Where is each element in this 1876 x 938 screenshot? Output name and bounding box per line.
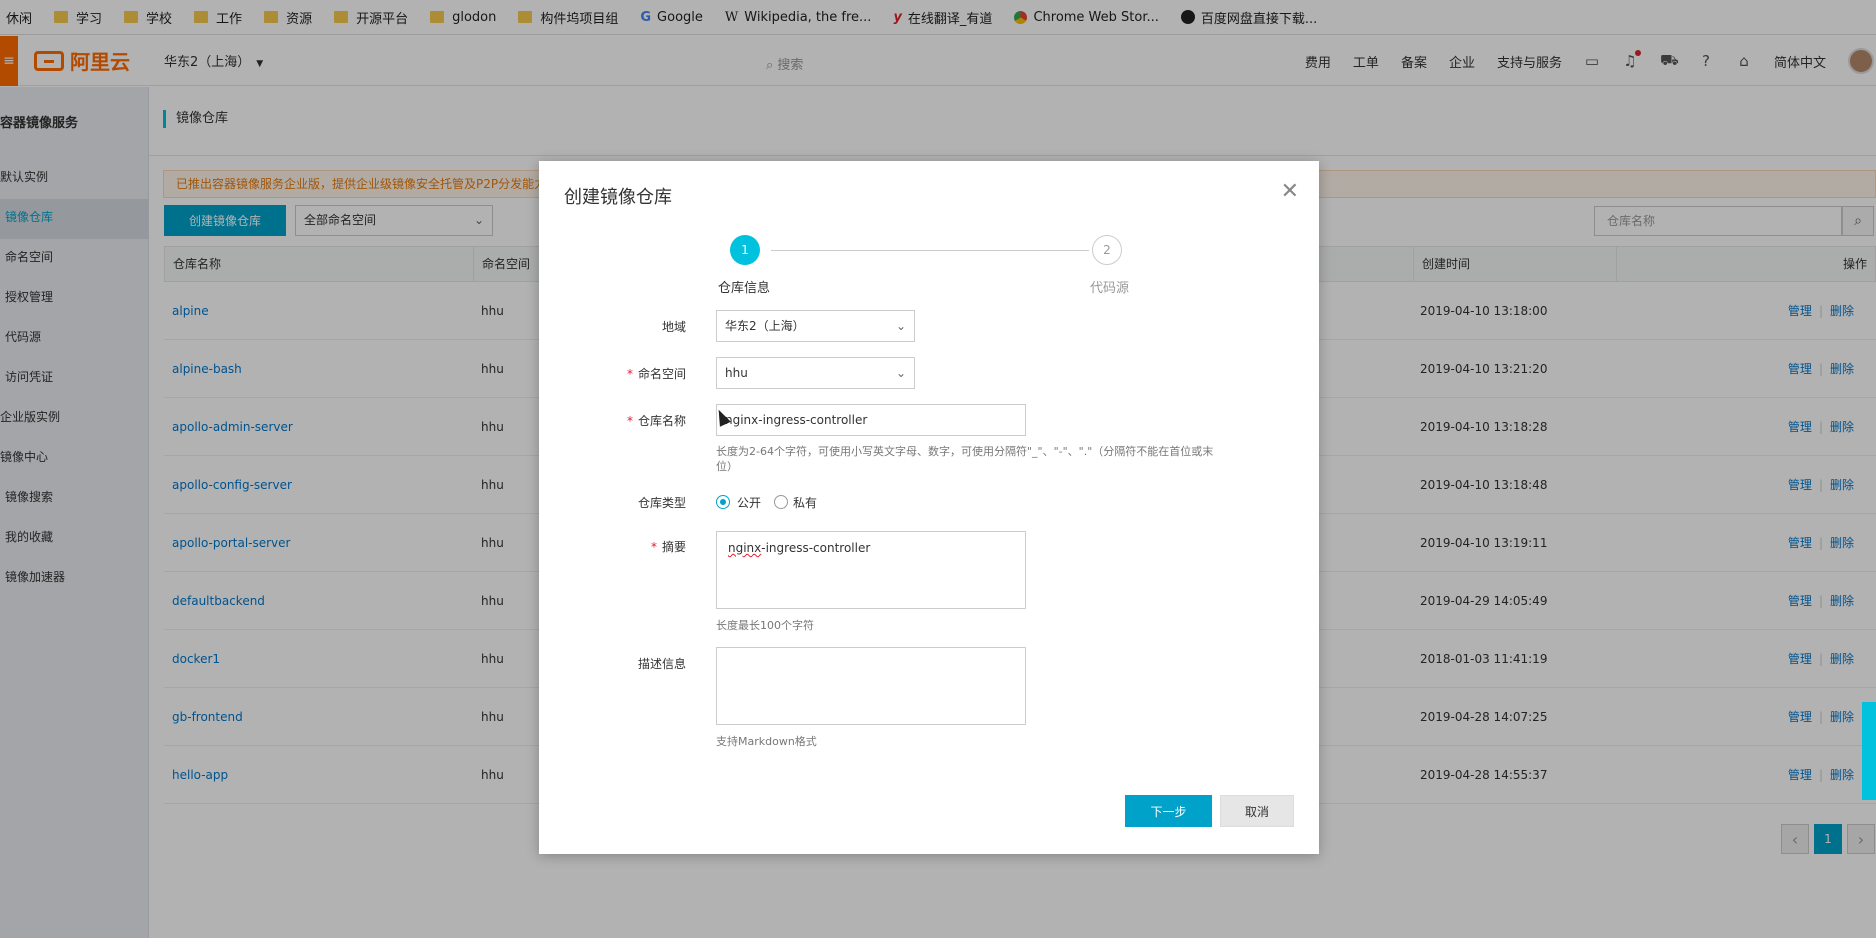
summary-text-rest: -ingress-controller xyxy=(761,541,871,555)
chevron-down-icon: ⌄ xyxy=(895,366,906,380)
repo-name-input[interactable]: nginx-ingress-controller xyxy=(716,404,1026,436)
step-connector xyxy=(771,250,1089,251)
region-select-value: 华东2（上海） xyxy=(725,319,805,333)
repo-name-hint: 长度为2-64个字符，可使用小写英文字母、数字，可使用分隔符"_"、"-"、".… xyxy=(716,445,1214,473)
close-icon[interactable]: ✕ xyxy=(1281,179,1299,204)
description-textarea[interactable] xyxy=(716,647,1026,725)
repo-type-field-label: 仓库类型 xyxy=(637,496,686,510)
dialog-title: 创建镜像仓库 xyxy=(564,187,672,208)
repo-type-public-label[interactable]: 公开 xyxy=(737,494,761,511)
create-repo-dialog: 创建镜像仓库 ✕ 1 2 仓库信息 代码源 地域 华东2（上海） ⌄ * 命名空间… xyxy=(539,161,1319,854)
summary-text-spellchecked: nginx xyxy=(728,541,762,555)
namespace-select[interactable]: hhu ⌄ xyxy=(716,357,915,389)
chevron-down-icon: ⌄ xyxy=(895,319,906,333)
step-1-label: 仓库信息 xyxy=(718,281,771,296)
cancel-button[interactable]: 取消 xyxy=(1220,795,1294,827)
repo-type-private-radio[interactable] xyxy=(774,495,788,509)
required-mark: * xyxy=(650,540,657,554)
namespace-field-label-text: 命名空间 xyxy=(637,367,686,381)
namespace-select-value: hhu xyxy=(725,366,748,380)
step-1-indicator: 1 xyxy=(730,235,760,265)
namespace-field-label: * 命名空间 xyxy=(566,365,686,382)
summary-field-label-text: 摘要 xyxy=(661,540,686,554)
description-field-label: 描述信息 xyxy=(637,657,686,671)
repo-type-public-radio[interactable] xyxy=(716,495,730,509)
step-2-label: 代码源 xyxy=(1090,281,1130,296)
description-hint: 支持Markdown格式 xyxy=(716,735,817,748)
required-mark: * xyxy=(626,367,633,381)
required-mark: * xyxy=(626,414,633,428)
region-select[interactable]: 华东2（上海） ⌄ xyxy=(716,310,915,342)
summary-hint: 长度最长100个字符 xyxy=(716,619,814,632)
repo-type-private-label[interactable]: 私有 xyxy=(793,494,817,511)
summary-field-label: * 摘要 xyxy=(566,538,686,555)
region-field-label: 地域 xyxy=(661,320,686,334)
repo-name-field-label-text: 仓库名称 xyxy=(637,414,686,428)
next-step-button[interactable]: 下一步 xyxy=(1125,795,1212,827)
step-2-indicator: 2 xyxy=(1092,235,1122,265)
summary-textarea[interactable]: nginx-ingress-controller xyxy=(716,531,1026,609)
repo-name-field-label: * 仓库名称 xyxy=(566,412,686,429)
feedback-tab[interactable] xyxy=(1862,702,1876,800)
